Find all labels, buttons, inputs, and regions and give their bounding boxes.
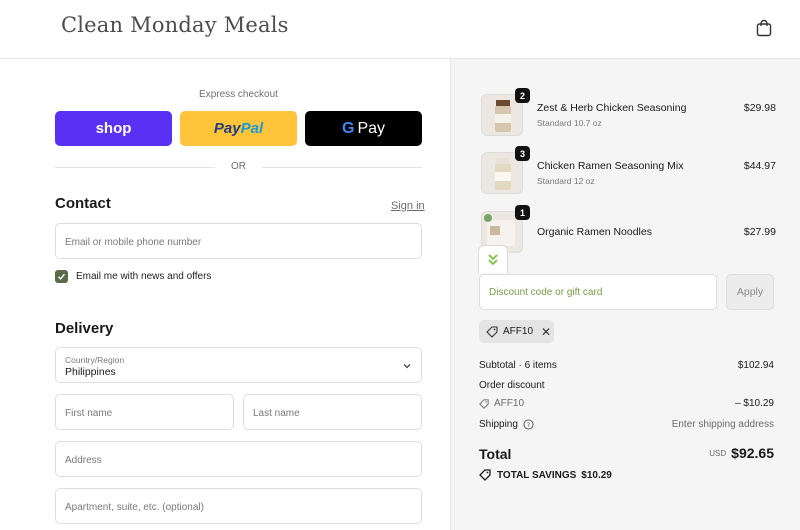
or-divider: OR	[55, 160, 422, 174]
item-name: Chicken Ramen Seasoning Mix	[537, 160, 684, 172]
tag-icon	[479, 469, 491, 481]
remove-discount-icon[interactable]: ✕	[541, 325, 551, 339]
quantity-badge: 1	[515, 205, 530, 220]
total-label: Total	[479, 446, 512, 462]
news-checkbox-label: Email me with news and offers	[76, 271, 212, 282]
address-field[interactable]: Address	[55, 441, 422, 477]
line-item: 1 Organic Ramen Noodles $27.99	[481, 205, 776, 253]
or-label: OR	[231, 161, 246, 172]
total-savings-row: TOTAL SAVINGS $10.29	[479, 469, 612, 481]
item-name: Organic Ramen Noodles	[537, 226, 652, 238]
shop-pay-label: shop	[95, 120, 132, 137]
google-pay-button[interactable]: G Pay	[305, 111, 422, 146]
express-checkout-label: Express checkout	[199, 89, 278, 100]
shipping-label: Shipping	[479, 419, 518, 430]
shipping-row: Shipping ?	[479, 419, 534, 430]
google-g-icon: G	[341, 119, 355, 137]
address-placeholder: Address	[65, 455, 102, 466]
order-discount-label: Order discount	[479, 380, 545, 391]
tag-icon	[486, 325, 498, 338]
quantity-badge: 3	[515, 146, 530, 161]
checkout-form: Express checkout shop Pay Pal G Pay OR Con…	[0, 59, 450, 530]
apartment-field[interactable]: Apartment, suite, etc. (optional)	[55, 488, 422, 524]
email-placeholder: Email or mobile phone number	[65, 237, 202, 248]
paypal-label-pay: Pay	[213, 120, 241, 137]
item-variant: Standard 10.7 oz	[537, 118, 602, 128]
subtotal-label: Subtotal · 6 items	[479, 360, 557, 371]
total-value: $92.65	[731, 445, 774, 461]
paypal-button[interactable]: Pay Pal	[180, 111, 297, 146]
scroll-down-button[interactable]	[478, 245, 508, 273]
checkmark-icon	[57, 273, 66, 280]
apartment-placeholder: Apartment, suite, etc. (optional)	[65, 502, 204, 513]
news-checkbox[interactable]	[55, 270, 68, 283]
chevron-down-icon	[403, 364, 411, 369]
item-price: $44.97	[743, 160, 776, 172]
discount-value: – $10.29	[735, 398, 774, 409]
last-name-field[interactable]: Last name	[243, 394, 422, 430]
quantity-badge: 2	[515, 88, 530, 103]
svg-text:?: ?	[527, 421, 530, 429]
shopping-bag-icon[interactable]	[755, 19, 773, 37]
item-price: $29.98	[743, 102, 776, 114]
line-item: 2 Zest & Herb Chicken Seasoning Standard…	[481, 88, 776, 136]
discount-code-row: AFF10	[479, 398, 524, 409]
order-summary: 2 Zest & Herb Chicken Seasoning Standard…	[450, 59, 800, 530]
applied-discount-chip: AFF10 ✕	[479, 320, 554, 343]
subtotal-value: $102.94	[737, 360, 774, 371]
item-name: Zest & Herb Chicken Seasoning	[537, 102, 687, 114]
apply-button[interactable]: Apply	[726, 274, 774, 310]
tag-icon	[479, 398, 489, 409]
paypal-label-pal: Pal	[240, 120, 264, 137]
item-variant: Standard 12 oz	[537, 176, 595, 186]
double-chevron-down-icon	[488, 253, 498, 265]
help-icon[interactable]: ?	[523, 419, 534, 430]
savings-value: $10.29	[581, 469, 612, 481]
discount-placeholder: Discount code or gift card	[489, 287, 603, 298]
item-price: $27.99	[743, 226, 776, 238]
shipping-value: Enter shipping address	[671, 419, 774, 430]
applied-code: AFF10	[503, 326, 534, 337]
email-field[interactable]: Email or mobile phone number	[55, 223, 422, 259]
last-name-placeholder: Last name	[253, 408, 300, 419]
discount-code-label: AFF10	[494, 398, 525, 409]
sign-in-link[interactable]: Sign in	[391, 200, 425, 212]
country-select[interactable]: Country/Region Philippines	[55, 347, 422, 383]
first-name-field[interactable]: First name	[55, 394, 234, 430]
google-pay-label: Pay	[357, 119, 386, 137]
total-amount: USD $92.65	[709, 445, 774, 461]
discount-code-input[interactable]: Discount code or gift card	[479, 274, 717, 310]
currency-code: USD	[709, 449, 727, 458]
shop-pay-button[interactable]: shop	[55, 111, 172, 146]
line-item: 3 Chicken Ramen Seasoning Mix Standard 1…	[481, 146, 776, 194]
header: Clean Monday Meals	[0, 0, 800, 59]
first-name-placeholder: First name	[65, 408, 113, 419]
savings-label: TOTAL SAVINGS	[497, 469, 577, 481]
country-label: Country/Region	[65, 355, 125, 365]
store-logo[interactable]: Clean Monday Meals	[61, 13, 289, 37]
country-value: Philippines	[65, 366, 116, 378]
contact-title: Contact	[55, 195, 111, 212]
delivery-title: Delivery	[55, 320, 114, 337]
